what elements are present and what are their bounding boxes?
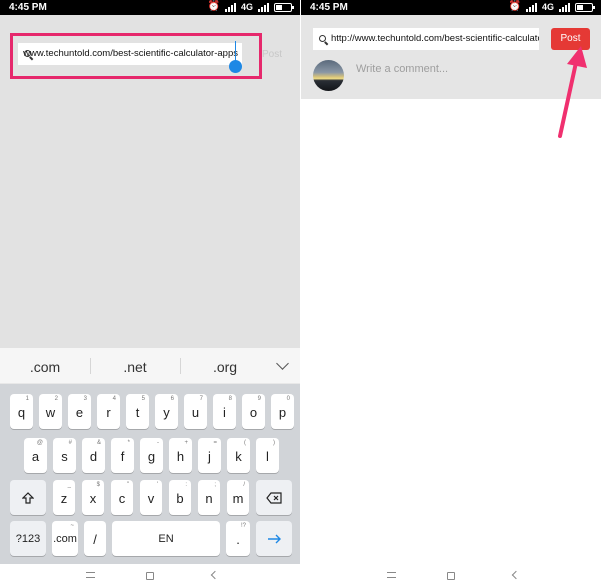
key-f[interactable]: * f (111, 438, 134, 473)
status-bar: 4:45 PM ⏰ 4G (301, 0, 601, 15)
back-icon[interactable] (511, 570, 521, 580)
battery-icon (274, 2, 294, 12)
shift-key[interactable] (10, 480, 46, 515)
status-bar: 4:45 PM ⏰ 4G (0, 0, 300, 15)
suggestion-org[interactable]: .org (190, 359, 260, 375)
key-p[interactable]: 0p (271, 394, 294, 429)
key-h[interactable]: + h (169, 438, 192, 473)
suggestion-com[interactable]: .com (10, 359, 80, 375)
menu-icon[interactable] (86, 572, 95, 578)
signal-icon (224, 2, 236, 12)
chevron-down-icon[interactable] (276, 357, 289, 370)
key-z[interactable]: _ z (53, 480, 75, 515)
backspace-key[interactable] (256, 480, 292, 515)
symbols-key[interactable]: ?123 (10, 521, 46, 556)
key-x[interactable]: $ x (82, 480, 104, 515)
alarm-icon: ⏰ (508, 1, 521, 12)
backspace-icon (266, 492, 282, 504)
url-input[interactable]: www.techuntold.com/best-scientific-calcu… (18, 43, 242, 65)
arrow-annotation-icon (558, 46, 587, 138)
menu-icon[interactable] (387, 572, 396, 578)
keyboard-suggestion-bar: .com .net .org (0, 348, 300, 384)
key-r[interactable]: 4r (97, 394, 120, 429)
status-time: 4:45 PM (310, 2, 348, 13)
network-label: 4G (541, 2, 554, 12)
status-icons: ⏰ 4G (207, 1, 294, 12)
comment-box-area: www.techuntold.com/best-scientific-calcu… (0, 15, 300, 290)
key-a[interactable]: @ a (24, 438, 47, 473)
key-g[interactable]: -g (140, 438, 163, 473)
keyboard: 1q2w3e4r5t6y7u8i9o0p @ a # s & d * f - g + h = j(k) l … (0, 384, 300, 564)
key-y[interactable]: 6y (155, 394, 178, 429)
text-cursor (235, 41, 236, 61)
nav-bar (301, 564, 601, 581)
dotcom-key[interactable]: ~ .com (52, 521, 78, 556)
key-c[interactable]: " c (111, 480, 133, 515)
key-o[interactable]: 9o (242, 394, 265, 429)
search-icon (24, 50, 33, 59)
nav-bar (0, 564, 300, 581)
key-v[interactable]: ' v (140, 480, 162, 515)
key-s[interactable]: # s (53, 438, 76, 473)
key-j[interactable]: = j (198, 438, 221, 473)
status-icons: ⏰ 4G (508, 1, 595, 12)
space-key[interactable]: EN (112, 521, 220, 556)
key-e[interactable]: 3e (68, 394, 91, 429)
left-screenshot-panel: 4:45 PM ⏰ 4G www.techuntold.com/best-sci… (0, 0, 300, 581)
comment-placeholder[interactable]: Write a comment... (356, 63, 448, 75)
key-u[interactable]: 7u (184, 394, 207, 429)
shift-arrow-icon (21, 492, 35, 504)
key-w[interactable]: 2w (39, 394, 62, 429)
enter-arrow-icon (268, 534, 281, 544)
highlighted-url-box: www.techuntold.com/best-scientific-calcu… (10, 33, 262, 79)
search-icon (319, 35, 328, 44)
battery-icon (575, 2, 595, 12)
post-button-disabled[interactable]: Post (262, 49, 282, 60)
cursor-handle[interactable] (229, 60, 242, 73)
signal-icon (525, 2, 537, 12)
alarm-icon: ⏰ (207, 1, 220, 12)
key-l[interactable]: ) l (256, 438, 279, 473)
key-b[interactable]: :b (169, 480, 191, 515)
suggestion-divider (180, 358, 181, 374)
enter-key[interactable] (256, 521, 292, 556)
avatar (313, 60, 344, 91)
right-screenshot-panel: 4:45 PM ⏰ 4G http://www.techuntold.com/b… (301, 0, 601, 581)
suggestion-net[interactable]: .net (100, 359, 170, 375)
period-key[interactable]: !?. (226, 521, 250, 556)
suggestion-divider (90, 358, 91, 374)
key-i[interactable]: 8i (213, 394, 236, 429)
network-label: 4G (240, 2, 253, 12)
url-input[interactable]: http://www.techuntold.com/best-scientifi… (313, 28, 539, 50)
key-k[interactable]: (k (227, 438, 250, 473)
key-d[interactable]: & d (82, 438, 105, 473)
signal-icon-2 (559, 2, 570, 12)
key-t[interactable]: 5t (126, 394, 149, 429)
keyboard-gap (0, 290, 300, 348)
key-m[interactable]: / m (227, 480, 249, 515)
home-icon[interactable] (447, 572, 455, 580)
key-q[interactable]: 1q (10, 394, 33, 429)
key-n[interactable]: ; n (198, 480, 220, 515)
slash-key[interactable]: / (84, 521, 106, 556)
status-time: 4:45 PM (9, 2, 47, 13)
back-icon[interactable] (210, 570, 220, 580)
home-icon[interactable] (146, 572, 154, 580)
signal-icon-2 (258, 2, 269, 12)
